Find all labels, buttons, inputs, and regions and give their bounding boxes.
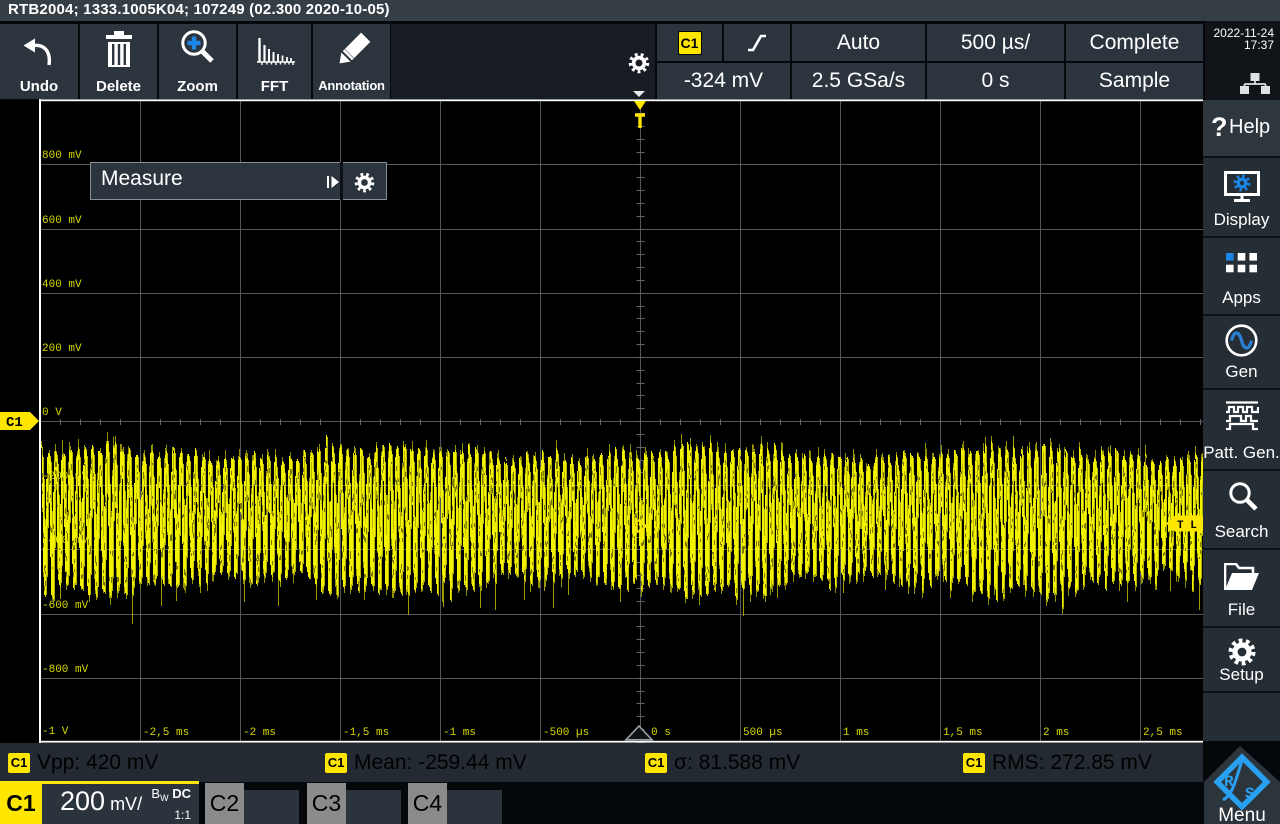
svg-text:800 mV: 800 mV <box>42 150 82 162</box>
svg-text:0 s: 0 s <box>651 727 671 739</box>
svg-text:-800 mV: -800 mV <box>42 664 89 676</box>
svg-text:-1 V: -1 V <box>42 726 69 738</box>
svg-text:1,5 ms: 1,5 ms <box>943 727 983 739</box>
svg-text:200 mV: 200 mV <box>42 343 82 355</box>
svg-text:400 mV: 400 mV <box>42 279 82 291</box>
svg-text:R: R <box>1224 773 1234 791</box>
svg-text:T L: T L <box>1177 520 1197 532</box>
svg-text:500 µs: 500 µs <box>743 727 783 739</box>
svg-text:-2 ms: -2 ms <box>243 727 276 739</box>
svg-text:600 mV: 600 mV <box>42 215 82 227</box>
svg-text:-2,5 ms: -2,5 ms <box>143 727 189 739</box>
svg-text:-1,5 ms: -1,5 ms <box>343 727 389 739</box>
svg-text:2,5 ms: 2,5 ms <box>1143 727 1183 739</box>
svg-text:S: S <box>1245 785 1255 803</box>
svg-text:C1: C1 <box>6 415 23 431</box>
svg-text:1 ms: 1 ms <box>843 727 869 739</box>
svg-text:-600 mV: -600 mV <box>42 600 89 612</box>
svg-text:0 V: 0 V <box>42 407 62 419</box>
svg-text:2 ms: 2 ms <box>1043 727 1069 739</box>
svg-text:-500 µs: -500 µs <box>543 727 589 739</box>
svg-text:-1 ms: -1 ms <box>443 727 476 739</box>
